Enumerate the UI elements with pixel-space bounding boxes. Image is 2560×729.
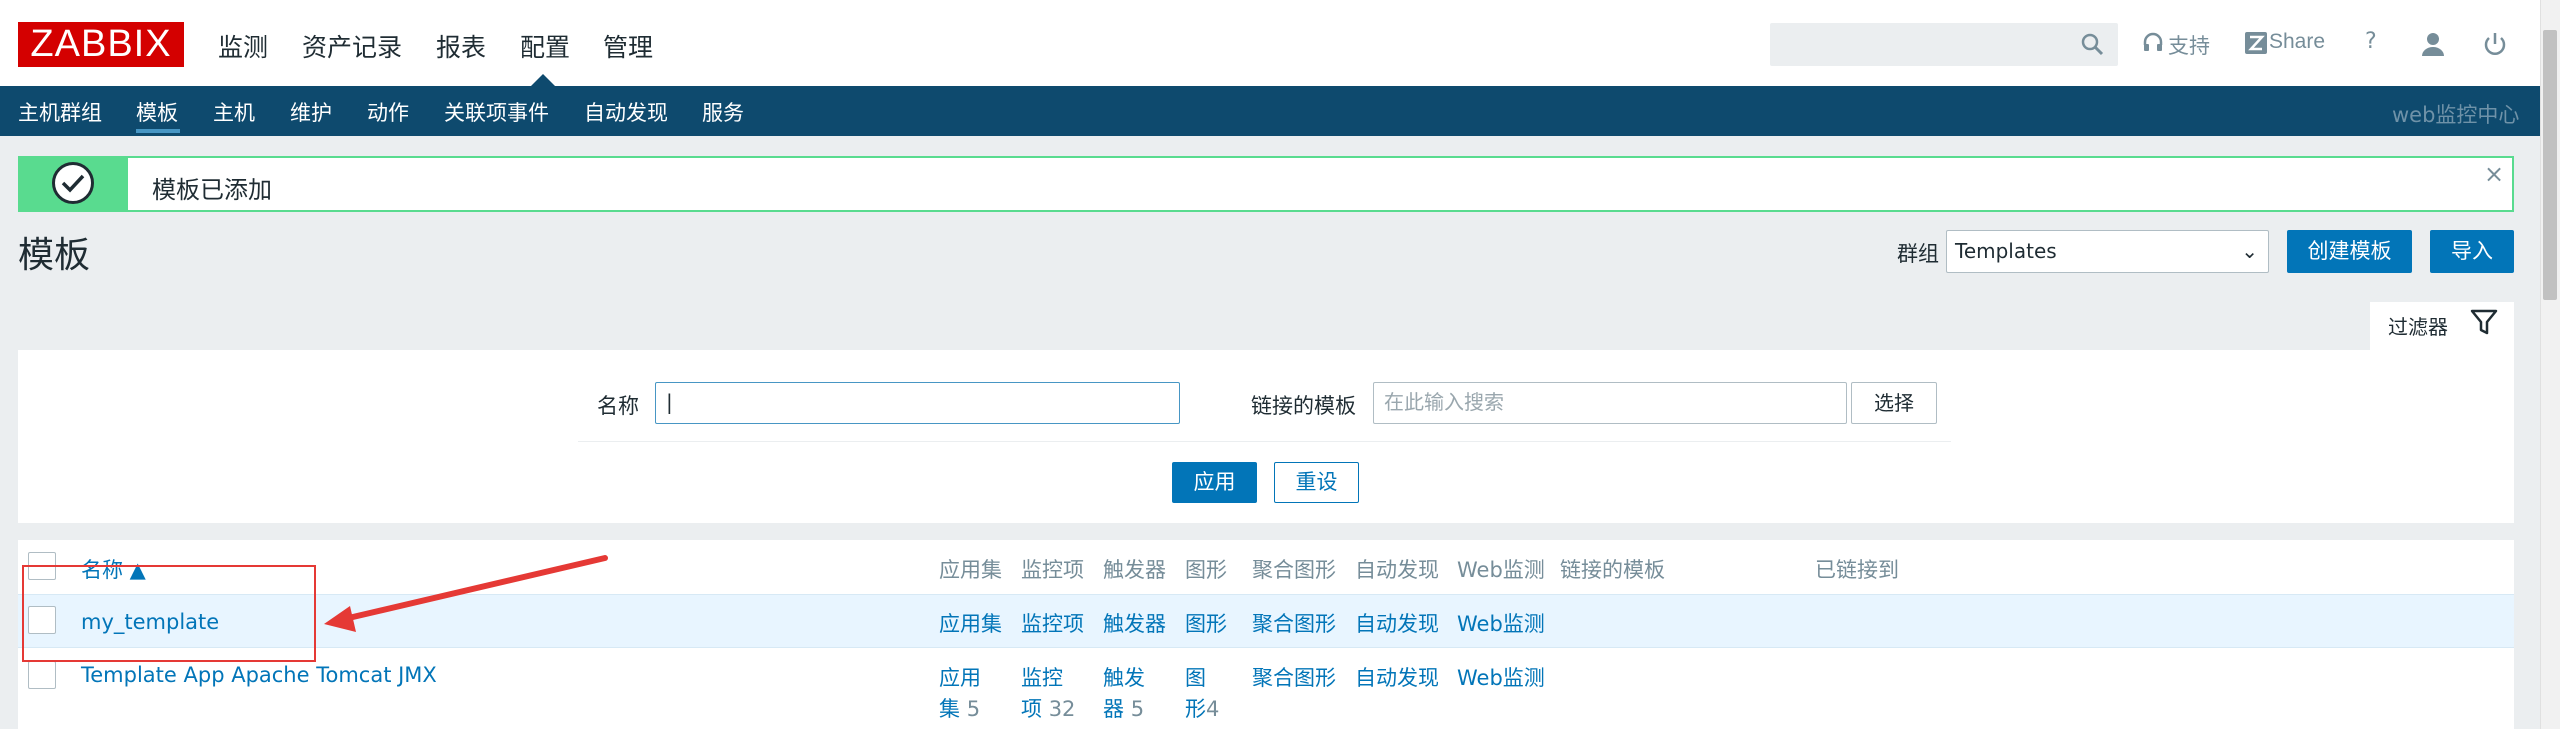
column-header-graphs: 图形 <box>1185 558 1227 582</box>
discovery-link[interactable]: 自动发现 <box>1355 608 1439 638</box>
import-button[interactable]: 导入 <box>2430 230 2514 273</box>
column-header-web: Web监测 <box>1457 558 1545 582</box>
items-link[interactable]: 监控 <box>1021 662 1063 692</box>
reset-button[interactable]: 重设 <box>1274 462 1359 503</box>
check-icon <box>61 174 85 193</box>
name-filter-input[interactable]: | <box>655 382 1180 424</box>
row-checkbox[interactable] <box>28 661 56 689</box>
success-message <box>18 156 2514 212</box>
subnav-templates[interactable]: 模板 <box>136 97 178 127</box>
search-icon[interactable] <box>2080 32 2104 56</box>
subnav-discovery[interactable]: 自动发现 <box>584 97 668 127</box>
subnav-active-indicator <box>136 129 180 133</box>
subnav-actions[interactable]: 动作 <box>367 97 409 127</box>
group-select-value: Templates <box>1955 239 2057 263</box>
user-icon[interactable] <box>2420 31 2446 57</box>
help-icon[interactable]: ? <box>2365 29 2377 54</box>
triggers-cell: 器 5 <box>1103 693 1144 723</box>
subnav-host-groups[interactable]: 主机群组 <box>18 97 102 127</box>
subnav-maintenance[interactable]: 维护 <box>290 97 332 127</box>
group-label: 群组 <box>1897 242 1939 266</box>
screens-link[interactable]: 聚合图形 <box>1252 662 1336 692</box>
headset-icon[interactable] <box>2142 32 2164 54</box>
discovery-link[interactable]: 自动发现 <box>1355 662 1439 692</box>
applications-count: 5 <box>966 697 981 721</box>
chevron-down-icon: ⌄ <box>2241 239 2258 263</box>
items-cell: 项 32 <box>1021 693 1075 723</box>
subnav-services[interactable]: 服务 <box>702 97 744 127</box>
scrollbar-thumb[interactable] <box>2543 30 2557 300</box>
nav-inventory[interactable]: 资产记录 <box>302 28 402 64</box>
power-icon[interactable] <box>2482 31 2508 57</box>
column-header-items: 监控项 <box>1021 558 1084 582</box>
name-filter-label: 名称 <box>597 394 639 418</box>
column-header-screens: 聚合图形 <box>1252 558 1336 582</box>
linked-templates-label: 链接的模板 <box>1251 394 1356 418</box>
page-title: 模板 <box>18 235 91 276</box>
subnav-hosts[interactable]: 主机 <box>213 97 255 127</box>
applications-link[interactable]: 应用 <box>939 662 981 692</box>
create-template-button[interactable]: 创建模板 <box>2287 230 2412 273</box>
graphs-link[interactable]: 图形 <box>1185 608 1227 638</box>
column-header-triggers: 触发器 <box>1103 558 1166 582</box>
nav-configuration[interactable]: 配置 <box>520 28 570 64</box>
items-link-cont[interactable]: 项 <box>1021 697 1042 721</box>
applications-link[interactable]: 应用集 <box>939 608 1002 638</box>
annotation-arrow-icon <box>324 555 608 632</box>
column-header-linked-templates: 链接的模板 <box>1560 558 1665 582</box>
server-name: web监控中心 <box>2392 103 2520 127</box>
graphs-count: 4 <box>1206 697 1220 721</box>
triggers-link[interactable]: 触发器 <box>1103 608 1166 638</box>
nav-monitoring[interactable]: 监测 <box>218 28 268 64</box>
graphs-link-cont[interactable]: 形 <box>1185 697 1206 721</box>
triggers-count: 5 <box>1130 697 1145 721</box>
filter-tab-label: 过滤器 <box>2388 315 2448 339</box>
zabbix-logo[interactable]: ZABBIX <box>18 22 184 67</box>
nav-reports[interactable]: 报表 <box>436 28 486 64</box>
subnav-event-correlation[interactable]: 关联项事件 <box>444 97 549 127</box>
triggers-link-cont[interactable]: 器 <box>1103 697 1124 721</box>
select-button[interactable]: 选择 <box>1851 382 1937 424</box>
items-count: 32 <box>1048 697 1076 721</box>
screens-link[interactable]: 聚合图形 <box>1252 608 1336 638</box>
items-link[interactable]: 监控项 <box>1021 608 1084 638</box>
annotation-highlight-box <box>22 565 316 662</box>
column-header-linked-to: 已链接到 <box>1815 558 1899 582</box>
column-header-applications: 应用集 <box>939 558 1002 582</box>
filter-icon <box>2470 309 2498 335</box>
share-link[interactable]: Share <box>2269 30 2325 54</box>
filter-panel <box>18 350 2514 523</box>
graphs-link[interactable]: 图 <box>1185 662 1206 692</box>
apply-button[interactable]: 应用 <box>1172 462 1257 503</box>
nav-administration[interactable]: 管理 <box>603 28 653 64</box>
web-link[interactable]: Web监测 <box>1457 662 1545 692</box>
graphs-cell: 形4 <box>1185 693 1219 723</box>
share-icon[interactable] <box>2245 32 2267 54</box>
message-text: 模板已添加 <box>152 176 272 204</box>
triggers-link[interactable]: 触发 <box>1103 662 1145 692</box>
active-nav-caret <box>531 74 555 86</box>
applications-cell: 集 5 <box>939 693 980 723</box>
support-link[interactable]: 支持 <box>2168 30 2210 60</box>
close-icon[interactable]: × <box>2484 160 2504 188</box>
linked-templates-input[interactable]: 在此输入搜索 <box>1373 382 1847 424</box>
web-link[interactable]: Web监测 <box>1457 608 1545 638</box>
column-header-discovery: 自动发现 <box>1355 558 1439 582</box>
applications-link-cont[interactable]: 集 <box>939 697 960 721</box>
template-name-link[interactable]: Template App Apache Tomcat JMX <box>81 663 437 687</box>
group-select[interactable]: Templates ⌄ <box>1946 230 2269 273</box>
filter-divider <box>578 441 1951 442</box>
global-search-input[interactable] <box>1770 23 2118 66</box>
